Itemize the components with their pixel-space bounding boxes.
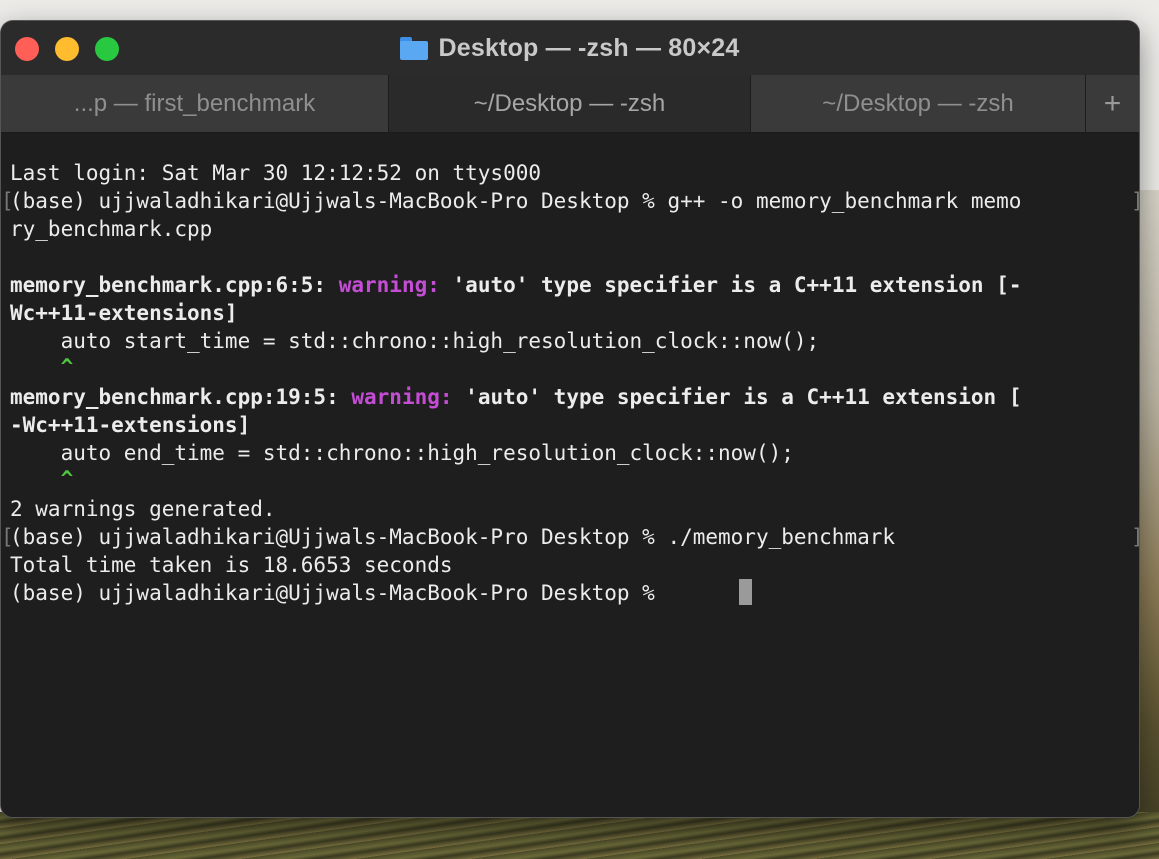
tab-desktop-zsh[interactable]: ~/Desktop — -zsh	[751, 75, 1085, 132]
text-cursor	[739, 579, 752, 605]
mark-bracket-right: ]	[1131, 187, 1139, 215]
warnings-summary: 2 warnings generated.	[10, 497, 276, 521]
terminal-output[interactable]: Last login: Sat Mar 30 12:12:52 on ttys0…	[1, 133, 1139, 817]
folder-icon	[400, 36, 429, 60]
window-title: Desktop — -zsh — 80×24	[438, 33, 740, 62]
warning-flag: Wc++11-extensions]	[10, 301, 238, 325]
command-line: (base) ujjwaladhikari@Ujjwals-MacBook-Pr…	[10, 189, 1022, 213]
warning-line: memory_benchmark.cpp:6:5: warning: 'auto…	[10, 271, 1021, 299]
warning-location: memory_benchmark.cpp:6:5:	[10, 273, 339, 297]
title-bar[interactable]: Desktop — -zsh — 80×24	[1, 21, 1139, 75]
warning-label: warning:	[338, 273, 440, 297]
mark-bracket-right: ]	[1131, 523, 1139, 551]
current-prompt: (base) ujjwaladhikari@Ujjwals-MacBook-Pr…	[10, 581, 668, 605]
program-output: Total time taken is 18.6653 seconds	[10, 553, 453, 577]
desktop-wallpaper-bottom	[0, 812, 1159, 859]
command-line: (base) ujjwaladhikari@Ujjwals-MacBook-Pr…	[10, 525, 896, 549]
new-tab-button[interactable]: +	[1086, 75, 1139, 132]
tab-desktop-zsh-active[interactable]: ~/Desktop — -zsh	[389, 75, 750, 132]
warning-caret: ^	[10, 467, 74, 491]
tab-label: ~/Desktop — -zsh	[822, 89, 1014, 117]
tab-label: ~/Desktop — -zsh	[473, 89, 666, 117]
warning-message: 'auto' type specifier is a C++11 extensi…	[439, 273, 1022, 297]
desktop-wallpaper	[1138, 190, 1159, 859]
tab-first-benchmark[interactable]: ...p — first_benchmark	[1, 75, 388, 132]
warning-message: 'auto' type specifier is a C++11 extensi…	[452, 385, 1022, 409]
tab-bar: ...p — first_benchmark ~/Desktop — -zsh …	[1, 75, 1139, 133]
warning-flag: -Wc++11-extensions]	[10, 413, 251, 437]
warning-code: auto start_time = std::chrono::high_reso…	[10, 329, 820, 353]
warning-line: memory_benchmark.cpp:19:5: warning: 'aut…	[10, 383, 1021, 411]
tab-label: ...p — first_benchmark	[73, 89, 316, 117]
warning-location: memory_benchmark.cpp:19:5:	[10, 385, 352, 409]
warning-label: warning:	[351, 385, 453, 409]
command-line-wrap: ry_benchmark.cpp	[10, 217, 213, 241]
warning-caret: ^	[10, 355, 74, 379]
window-title-area: Desktop — -zsh — 80×24	[1, 21, 1139, 75]
last-login-line: Last login: Sat Mar 30 12:12:52 on ttys0…	[10, 161, 542, 185]
terminal-window: Desktop — -zsh — 80×24 ...p — first_benc…	[1, 21, 1139, 817]
warning-code: auto end_time = std::chrono::high_resolu…	[10, 441, 794, 465]
